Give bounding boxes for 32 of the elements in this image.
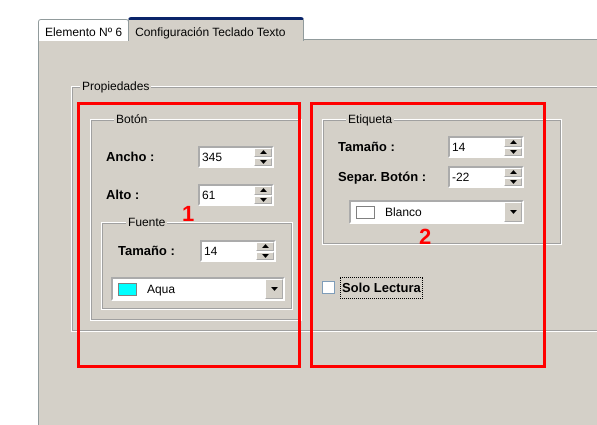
group-title: Propiedades: [80, 80, 152, 92]
field-label: Alto :: [106, 186, 140, 204]
field-label: Tamaño :: [118, 242, 176, 260]
spin-down-icon[interactable]: [254, 196, 272, 204]
number-spinbox[interactable]: 61: [198, 184, 274, 206]
group-title: Botón: [114, 113, 150, 125]
field-label: Ancho :: [106, 148, 156, 166]
group-title: Etiqueta: [346, 113, 394, 125]
spin-up-icon[interactable]: [254, 148, 272, 156]
spin-down-icon[interactable]: [254, 158, 272, 166]
group-title: Fuente: [126, 216, 168, 228]
tab[interactable]: Elemento Nº 6: [38, 19, 130, 41]
color-dropdown[interactable]: Blanco: [349, 200, 524, 224]
field-label: Tamaño :: [338, 138, 396, 156]
annotation-number: 2: [419, 226, 432, 248]
spin-down-icon[interactable]: [504, 148, 522, 156]
spin-up-icon[interactable]: [504, 168, 522, 176]
spin-down-icon[interactable]: [256, 252, 274, 260]
spin-down-icon[interactable]: [504, 178, 522, 186]
field-label: Separ. Botón :: [338, 168, 428, 186]
tab[interactable]: Configuración Teclado Texto: [128, 17, 304, 41]
number-spinbox[interactable]: 14: [448, 136, 524, 158]
checkbox-label[interactable]: Solo Lectura: [341, 278, 422, 298]
spin-up-icon[interactable]: [504, 138, 522, 146]
color-dropdown[interactable]: Aqua: [111, 277, 285, 301]
checkbox[interactable]: [322, 281, 335, 294]
spin-up-icon[interactable]: [254, 186, 272, 194]
number-spinbox[interactable]: 14: [200, 240, 276, 262]
spin-up-icon[interactable]: [256, 242, 274, 250]
number-spinbox[interactable]: 345: [198, 146, 274, 168]
number-spinbox[interactable]: -22: [448, 166, 524, 188]
annotation-number: 1: [182, 203, 194, 225]
